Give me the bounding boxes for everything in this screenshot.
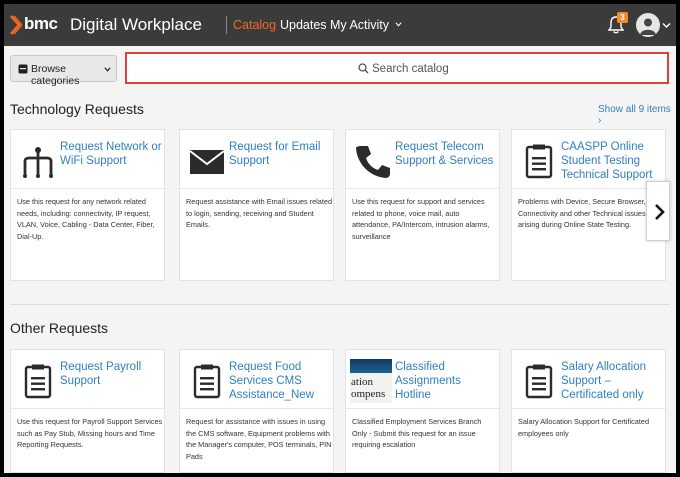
- envelope-icon: [189, 150, 225, 174]
- thumb-text-1: ation: [351, 376, 373, 388]
- card-description: Salary Allocation Support for Certificat…: [518, 417, 650, 438]
- top-navbar: bmc Digital Workplace Catalog Updates My…: [4, 4, 676, 46]
- bmc-logo-icon[interactable]: [10, 15, 22, 35]
- catalog-card-food-services[interactable]: Request Food Services CMS Assistance_New…: [179, 349, 334, 473]
- card-title[interactable]: Request Payroll Support: [60, 360, 164, 388]
- header-divider: [226, 16, 227, 34]
- card-description: Request assistance with Email issues rel…: [186, 197, 333, 229]
- search-catalog-input[interactable]: [372, 60, 572, 77]
- card-description: Problems with Device, Secure Browser, Co…: [518, 197, 646, 229]
- nav-catalog[interactable]: Catalog: [233, 18, 276, 32]
- card-title[interactable]: Request Food Services CMS Assistance_New: [229, 360, 333, 402]
- chevron-down-icon: [394, 22, 402, 27]
- nav-my-activity[interactable]: My Activity: [330, 18, 402, 32]
- catalog-card-telecom[interactable]: Request Telecom Support & Services Use t…: [345, 129, 500, 281]
- chevron-down-icon[interactable]: [662, 21, 671, 30]
- card-description: Classified Employment Services Branch On…: [352, 417, 482, 449]
- card-title[interactable]: Request for Email Support: [229, 140, 333, 168]
- card-description: Use this request for any network related…: [17, 197, 155, 241]
- chevron-down-icon: [104, 67, 111, 72]
- inbox-icon: [18, 64, 28, 74]
- nav-my-activity-label: My Activity: [330, 18, 390, 32]
- section-title-technology: Technology Requests: [10, 101, 144, 117]
- chevron-right-icon: [655, 204, 665, 220]
- catalog-card-network[interactable]: Request Network or WiFi Support Use this…: [10, 129, 165, 281]
- app-frame: bmc Digital Workplace Catalog Updates My…: [4, 4, 676, 473]
- user-avatar-icon[interactable]: [636, 13, 660, 37]
- card-description: Request for assistance with issues in us…: [186, 417, 332, 461]
- catalog-card-caaspp[interactable]: CAASPP Online Student Testing Technical …: [511, 129, 666, 281]
- thumb-banner: [350, 359, 392, 373]
- search-icon: [358, 63, 369, 74]
- card-title[interactable]: Classified Assignments Hotline: [395, 360, 499, 402]
- card-description: Use this request for support and service…: [352, 197, 490, 241]
- section-divider: [10, 304, 670, 305]
- card-title[interactable]: Salary Allocation Support – Certificated…: [561, 360, 665, 402]
- nav-updates[interactable]: Updates: [280, 18, 327, 32]
- card-title[interactable]: Request Telecom Support & Services: [395, 140, 499, 168]
- user-silhouette-icon: [640, 18, 656, 35]
- clipboard-icon: [525, 364, 553, 399]
- card-title[interactable]: Request Network or WiFi Support: [60, 140, 164, 168]
- catalog-card-classified[interactable]: ation ompens Classified Assignments Hotl…: [345, 349, 500, 473]
- catalog-card-email[interactable]: Request for Email Support Request assist…: [179, 129, 334, 281]
- catalog-card-payroll[interactable]: Request Payroll Support Use this request…: [10, 349, 165, 473]
- browse-categories-button[interactable]: Browse categories: [10, 55, 117, 87]
- show-all-items-link[interactable]: Show all 9 items ›: [598, 104, 676, 126]
- section-title-other: Other Requests: [10, 320, 109, 336]
- card-description: Use this request for Payroll Support Ser…: [17, 417, 163, 449]
- catalog-card-salary-allocation[interactable]: Salary Allocation Support – Certificated…: [511, 349, 666, 473]
- notification-badge: 3: [617, 12, 628, 23]
- phone-icon: [356, 146, 390, 178]
- bmc-logo-text[interactable]: bmc: [24, 14, 58, 34]
- classified-image-icon: ation ompens: [350, 359, 392, 403]
- search-catalog-box[interactable]: [125, 52, 669, 84]
- show-all-label: Show all 9 items: [598, 104, 671, 115]
- card-title[interactable]: CAASPP Online Student Testing Technical …: [561, 140, 665, 182]
- clipboard-icon: [24, 364, 52, 399]
- clipboard-icon: [193, 364, 221, 399]
- app-name[interactable]: Digital Workplace: [70, 15, 202, 35]
- network-icon: [23, 147, 53, 178]
- thumb-text-2: ompens: [351, 388, 386, 400]
- clipboard-icon: [525, 144, 553, 179]
- carousel-next-button[interactable]: [646, 181, 670, 241]
